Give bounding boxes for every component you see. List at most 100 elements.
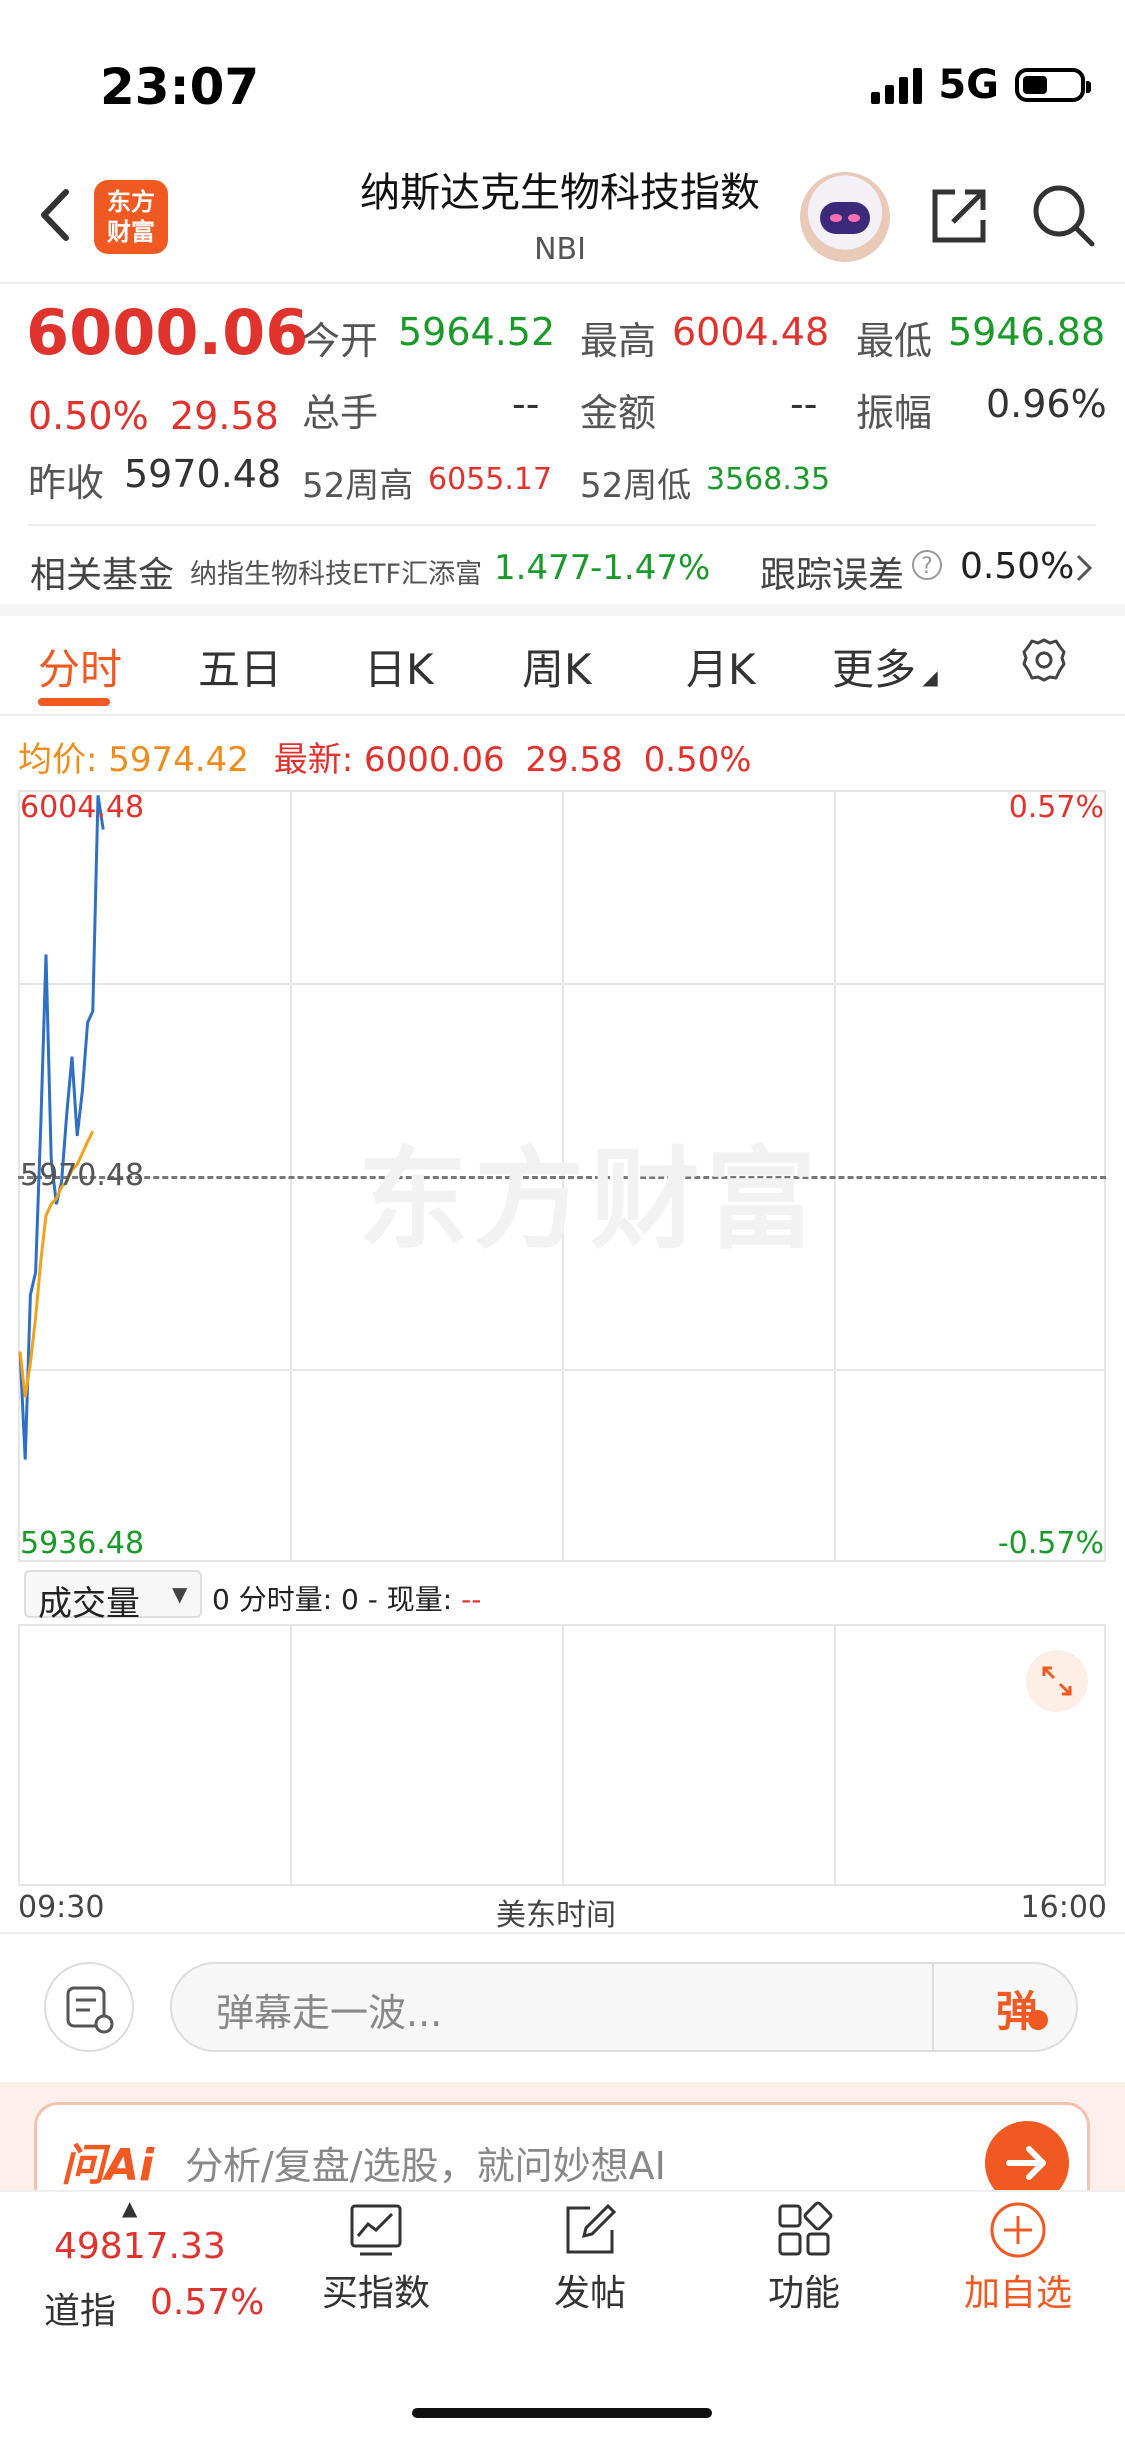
status-indicators: 5G bbox=[871, 62, 1091, 108]
x-axis-label: 美东时间 bbox=[496, 1898, 616, 1933]
fund-section-label: 相关基金 bbox=[30, 555, 175, 596]
grid-icon bbox=[778, 2201, 833, 2256]
prev-close-label: 昨收 bbox=[28, 461, 105, 505]
status-time: 23:07 bbox=[100, 58, 260, 116]
danmu-send-button[interactable]: 弹 bbox=[996, 1978, 1038, 2039]
dow-index-widget[interactable]: ▲ 49817.33 道指 0.57% bbox=[30, 2196, 264, 2336]
home-indicator bbox=[412, 2408, 712, 2418]
y-axis-top: 6004.48 bbox=[20, 790, 145, 825]
nav-add-watchlist-label: 加自选 bbox=[963, 2273, 1072, 2314]
tab-daily-k[interactable]: 日K bbox=[364, 636, 434, 697]
tab-active-indicator bbox=[38, 698, 110, 706]
tab-more[interactable]: 更多 ◢ bbox=[832, 636, 938, 697]
ai-prompt: 分析/复盘/选股，就问妙想AI bbox=[185, 2144, 666, 2188]
danmu-settings-icon bbox=[66, 1986, 114, 2034]
tab-monthly-k[interactable]: 月K bbox=[686, 636, 756, 697]
prev-close-value: 5970.48 bbox=[124, 452, 282, 496]
tracking-error-label: 跟踪误差 bbox=[760, 555, 905, 596]
section-gap bbox=[0, 604, 1125, 616]
check-badge-icon bbox=[1028, 2010, 1048, 2030]
x-axis-end: 16:00 bbox=[1020, 1890, 1107, 1925]
latest-label: 最新: bbox=[273, 740, 354, 780]
share-icon bbox=[932, 189, 986, 243]
price-summary-line: 均价: 5974.42 最新: 6000.06 29.58 0.50% bbox=[18, 732, 752, 781]
y-axis-bottom: 5936.48 bbox=[20, 1526, 145, 1561]
nav-functions[interactable]: 功能 bbox=[714, 2200, 894, 2316]
pct-axis-top: 0.57% bbox=[1008, 790, 1104, 825]
current-price: 6000.06 bbox=[26, 296, 309, 369]
x-axis-start: 09:30 bbox=[18, 1890, 105, 1925]
help-icon[interactable]: ? bbox=[912, 550, 942, 580]
change-pct: 0.50% bbox=[28, 394, 149, 438]
volume-info: 0 分时量: 0 - 现量: -- bbox=[212, 1578, 481, 1618]
low-value: 5946.88 bbox=[948, 310, 1106, 354]
nav-add-watchlist[interactable]: 加自选 bbox=[928, 2200, 1108, 2316]
app-logo: 东方 财富 bbox=[94, 180, 168, 254]
volume-selector[interactable]: 成交量 ▼ bbox=[24, 1570, 202, 1624]
chart-svg bbox=[18, 795, 105, 1460]
avg-price-label: 均价: bbox=[18, 740, 98, 780]
nav-post[interactable]: 发帖 bbox=[500, 2200, 680, 2316]
danmu-placeholder: 弹幕走一波... bbox=[216, 1991, 443, 2035]
page-title: 纳斯达克生物科技指数 bbox=[360, 170, 760, 216]
danmu-input[interactable]: 弹幕走一波... 弹 bbox=[170, 1962, 1078, 2052]
amplitude-label: 振幅 bbox=[856, 391, 933, 435]
open-value: 5964.52 bbox=[398, 310, 556, 354]
back-button[interactable] bbox=[30, 180, 90, 250]
volume-info-dash: -- bbox=[461, 1583, 482, 1616]
chart-divider bbox=[0, 1932, 1125, 1934]
low-label: 最低 bbox=[856, 319, 933, 363]
fund-price: 1.477 bbox=[494, 548, 592, 588]
tab-intraday[interactable]: 分时 bbox=[38, 636, 122, 697]
y-axis-mid: 5970.48 bbox=[20, 1158, 145, 1193]
tab-five-day[interactable]: 五日 bbox=[198, 636, 282, 697]
network-type: 5G bbox=[938, 62, 999, 108]
settings-button[interactable] bbox=[1020, 636, 1068, 684]
battery-icon bbox=[1015, 68, 1091, 102]
volume-info-text: 0 分时量: 0 - 现量: bbox=[212, 1583, 453, 1616]
dow-index-value: 49817.33 bbox=[54, 2226, 226, 2267]
nav-buy-index[interactable]: 买指数 bbox=[286, 2200, 466, 2316]
volume-chart[interactable] bbox=[18, 1624, 1106, 1886]
price-line bbox=[18, 795, 105, 1460]
dow-index-name: 道指 bbox=[44, 2291, 117, 2332]
expand-icon bbox=[1042, 1666, 1072, 1696]
expand-button[interactable] bbox=[1026, 1650, 1088, 1712]
volume-selector-label: 成交量 bbox=[38, 1584, 140, 1624]
ai-logo: 问Ai bbox=[61, 2140, 155, 2191]
robot-assistant-icon[interactable] bbox=[800, 172, 890, 262]
search-icon bbox=[1033, 185, 1095, 247]
signal-icon bbox=[871, 66, 923, 104]
chevron-right-icon bbox=[1076, 554, 1093, 582]
change-value: 29.58 bbox=[170, 394, 279, 438]
chart-icon bbox=[350, 2204, 402, 2256]
nav-post-label: 发帖 bbox=[553, 2273, 626, 2314]
wk52-low-value: 3568.35 bbox=[706, 462, 831, 497]
danmu-settings-button[interactable] bbox=[44, 1962, 134, 2052]
amount-value: -- bbox=[790, 382, 818, 426]
fund-name[interactable]: 纳指生物科技ETF汇添富 bbox=[190, 552, 482, 591]
page-subtitle: NBI bbox=[534, 232, 586, 267]
caret-down-icon: ◢ bbox=[916, 665, 938, 689]
back-arrow-icon bbox=[41, 189, 69, 241]
pct-axis-bottom: -0.57% bbox=[997, 1526, 1104, 1561]
tabs-divider bbox=[0, 714, 1125, 716]
dow-index-pct: 0.57% bbox=[150, 2282, 265, 2323]
volume-value: -- bbox=[512, 382, 540, 426]
search-button[interactable] bbox=[1028, 180, 1098, 250]
gear-icon bbox=[1022, 638, 1066, 682]
latest-pct: 0.50% bbox=[643, 740, 752, 780]
intraday-chart[interactable]: 东方财富 6004.48 5970.48 5936.48 0.57% -0.57… bbox=[18, 790, 1106, 1562]
related-fund-row[interactable]: 相关基金 纳指生物科技ETF汇添富 1.477 -1.47% 跟踪误差 ? 0.… bbox=[0, 528, 1125, 604]
nav-functions-label: 功能 bbox=[767, 2273, 840, 2314]
volume-label: 总手 bbox=[302, 391, 379, 435]
high-label: 最高 bbox=[580, 319, 657, 363]
caret-up-icon: ▲ bbox=[122, 2196, 138, 2220]
quote-divider bbox=[28, 524, 1096, 526]
tab-weekly-k[interactable]: 周K bbox=[522, 636, 592, 697]
edit-icon bbox=[566, 2203, 617, 2254]
plus-circle-icon bbox=[990, 2202, 1046, 2258]
share-button[interactable] bbox=[925, 180, 995, 250]
avg-price-value: 5974.42 bbox=[108, 740, 249, 780]
latest-value: 6000.06 bbox=[363, 740, 505, 780]
